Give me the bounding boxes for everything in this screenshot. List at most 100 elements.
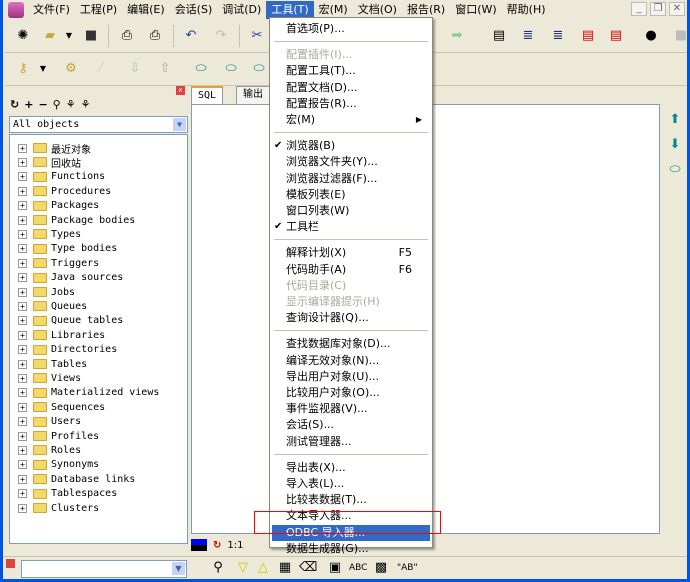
- tab-1[interactable]: 输出: [236, 86, 270, 104]
- unindent-icon[interactable]: ≣: [550, 28, 566, 44]
- menu-item[interactable]: 配置报告(R)...: [272, 96, 430, 112]
- whole-word-icon[interactable]: ▩: [373, 560, 389, 576]
- tree-node[interactable]: + Database links: [10, 472, 135, 486]
- indent-icon[interactable]: ≣: [520, 28, 536, 44]
- expand-icon[interactable]: +: [18, 287, 27, 297]
- menu-item[interactable]: 显示编译器提示(H): [272, 294, 430, 310]
- tree-node[interactable]: + Sequences: [10, 400, 105, 414]
- menu-3[interactable]: 会话(S): [170, 1, 218, 19]
- menu-item[interactable]: 宏(M) ▶: [272, 112, 430, 128]
- tree-node[interactable]: + Roles: [10, 443, 81, 457]
- menu-item[interactable]: 解释计划(X) F5: [272, 245, 430, 261]
- close-button[interactable]: ✕: [669, 2, 685, 16]
- menu-item[interactable]: 编译无效对象(N)...: [272, 353, 430, 369]
- arrow-up-icon[interactable]: ⬆: [667, 112, 683, 128]
- undo-icon[interactable]: ↶: [183, 28, 199, 44]
- expand-icon[interactable]: +: [18, 316, 27, 326]
- tree-node[interactable]: + Java sources: [10, 271, 123, 285]
- menu-item[interactable]: 导出用户对象(U)...: [272, 369, 430, 385]
- tree-node[interactable]: + Package bodies: [10, 213, 135, 227]
- menu-item[interactable]: 数据生成器(G)...: [272, 541, 430, 557]
- tree-node[interactable]: + Profiles: [10, 429, 99, 443]
- menu-item[interactable]: 导出表(X)...: [272, 460, 430, 476]
- tree-node[interactable]: + Synonyms: [10, 458, 99, 472]
- remove-icon[interactable]: −: [38, 98, 47, 111]
- expand-icon[interactable]: +: [18, 431, 27, 441]
- menu-item[interactable]: ✔ 浏览器(B): [272, 138, 430, 154]
- close-find-icon[interactable]: [6, 559, 15, 568]
- expand-icon[interactable]: +: [18, 186, 27, 196]
- menu-item[interactable]: 代码目录(C): [272, 278, 430, 294]
- redo-icon[interactable]: ↷: [213, 28, 229, 44]
- cut-icon[interactable]: ✂: [249, 28, 265, 44]
- tree-node[interactable]: + Types: [10, 227, 81, 241]
- expand-icon[interactable]: +: [18, 301, 27, 311]
- record-icon[interactable]: ●: [643, 28, 659, 44]
- folder-filter-icon[interactable]: ⚘: [81, 98, 91, 111]
- forward-icon[interactable]: ➡: [449, 28, 465, 44]
- tree-node[interactable]: + Procedures: [10, 184, 111, 198]
- expand-icon[interactable]: +: [18, 417, 27, 427]
- tree-node[interactable]: + Clusters: [10, 501, 99, 515]
- menu-item[interactable]: 测试管理器...: [272, 434, 430, 450]
- expand-icon[interactable]: +: [18, 489, 27, 499]
- tree-node[interactable]: + Tables: [10, 357, 87, 371]
- expand-icon[interactable]: +: [18, 143, 27, 153]
- filter-icon[interactable]: ⚘: [66, 98, 76, 111]
- menu-item[interactable]: 查询设计器(Q)...: [272, 310, 430, 326]
- tree-node[interactable]: + Queues: [10, 299, 87, 313]
- object-filter-select[interactable]: All objects ▼: [9, 116, 188, 133]
- menu-4[interactable]: 调试(D): [217, 1, 266, 19]
- save-icon[interactable]: ■: [83, 28, 99, 44]
- minimize-button[interactable]: _: [631, 2, 647, 16]
- tree-node[interactable]: + Views: [10, 371, 81, 385]
- commit-icon[interactable]: ⇩: [127, 61, 143, 77]
- comment-icon[interactable]: ▤: [580, 28, 596, 44]
- tree-node[interactable]: + 最近对象: [10, 141, 91, 156]
- tree-node[interactable]: + Libraries: [10, 328, 105, 342]
- menu-item[interactable]: 代码助手(A) F6: [272, 262, 430, 278]
- refresh-icon[interactable]: ↻: [10, 98, 19, 111]
- tree-node[interactable]: + Users: [10, 415, 81, 429]
- menu-2[interactable]: 编辑(E): [122, 1, 170, 19]
- eraser-icon[interactable]: ⌫: [299, 560, 317, 576]
- expand-icon[interactable]: +: [18, 201, 27, 211]
- expand-icon[interactable]: +: [18, 258, 27, 268]
- compile-icon[interactable]: ▤: [491, 28, 507, 44]
- tree-node[interactable]: + Jobs: [10, 285, 75, 299]
- print-icon[interactable]: ⎙: [119, 28, 135, 44]
- expand-icon[interactable]: +: [18, 244, 27, 254]
- match-case-button[interactable]: ABC: [349, 563, 367, 573]
- menu-item[interactable]: 模板列表(E): [272, 187, 430, 203]
- tree-node[interactable]: + Materialized views: [10, 386, 159, 400]
- tree-node[interactable]: + Type bodies: [10, 242, 117, 256]
- menu-item[interactable]: 会话(S)...: [272, 417, 430, 433]
- expand-icon[interactable]: +: [18, 215, 27, 225]
- chevron-down-icon[interactable]: ▼: [172, 562, 185, 575]
- expand-icon[interactable]: +: [18, 330, 27, 340]
- menu-0[interactable]: 文件(F): [28, 1, 75, 19]
- menu-item[interactable]: 配置文档(D)...: [272, 80, 430, 96]
- expand-icon[interactable]: +: [18, 402, 27, 412]
- menu-item[interactable]: 比较表数据(T)...: [272, 492, 430, 508]
- menu-item[interactable]: 事件监视器(V)...: [272, 401, 430, 417]
- expand-icon[interactable]: +: [18, 373, 27, 383]
- tree-node[interactable]: + Directories: [10, 343, 117, 357]
- menu-9[interactable]: 窗口(W): [450, 1, 501, 19]
- regex-button[interactable]: "AB": [397, 563, 418, 573]
- tree-node[interactable]: + Tablespaces: [10, 487, 117, 501]
- menu-item[interactable]: 导入表(L)...: [272, 476, 430, 492]
- uncomment-icon[interactable]: ▤: [608, 28, 624, 44]
- expand-icon[interactable]: +: [18, 359, 27, 369]
- menu-item[interactable]: 首选项(P)...: [272, 21, 430, 37]
- tree-node[interactable]: + Triggers: [10, 256, 99, 270]
- chevron-down-icon[interactable]: ▼: [173, 118, 186, 131]
- arrow-down-icon[interactable]: ⬇: [667, 137, 683, 153]
- add-icon[interactable]: +: [24, 98, 33, 111]
- command-window-icon[interactable]: ⬭: [223, 61, 239, 77]
- tree-node[interactable]: + Functions: [10, 170, 105, 184]
- menu-1[interactable]: 工程(P): [75, 1, 122, 19]
- menu-item[interactable]: 比较用户对象(O)...: [272, 385, 430, 401]
- gear-icon[interactable]: ⚙: [63, 61, 79, 77]
- key-icon[interactable]: ⚷: [15, 61, 31, 77]
